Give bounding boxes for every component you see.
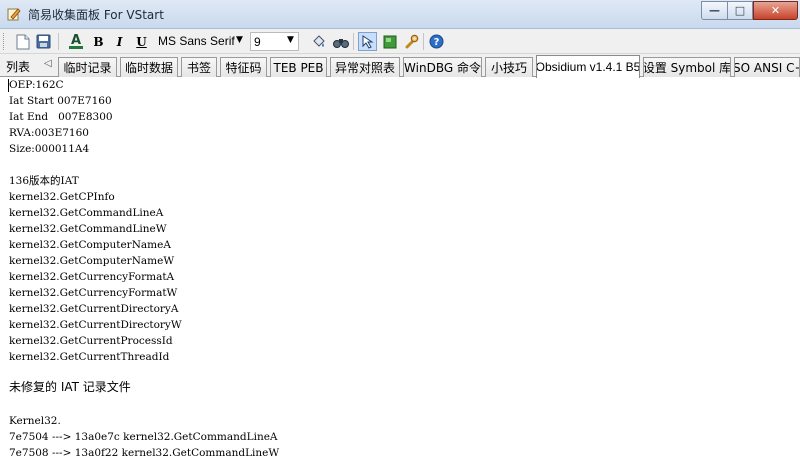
toolbar: A B I U MS Sans Serif ▼ 9 ▼ ?	[0, 29, 800, 54]
text-line: RVA:003E7160	[9, 127, 89, 139]
text-line: kernel32.GetCurrentDirectoryA	[9, 303, 179, 315]
minimize-button[interactable]: —	[701, 1, 727, 20]
help-button[interactable]: ?	[427, 32, 446, 51]
text-line: kernel32.GetCurrentProcessId	[9, 335, 173, 347]
tab-exception-table[interactable]: 异常对照表	[330, 57, 400, 77]
text-line: kernel32.GetCPInfo	[9, 191, 115, 203]
font-size-select[interactable]: 9 ▼	[250, 32, 299, 51]
find-button[interactable]	[331, 32, 350, 51]
tab-temp-data[interactable]: 临时数据	[120, 57, 178, 77]
svg-text:?: ?	[434, 37, 440, 48]
list-label[interactable]: 列表	[6, 58, 30, 75]
tab-obsidium[interactable]: Obsidium v1.4.1 B5	[536, 55, 640, 78]
wrench-icon	[405, 34, 419, 49]
font-size-dropdown-icon[interactable]: ▼	[287, 35, 294, 45]
toolbar-separator	[423, 33, 424, 50]
close-button[interactable]: ✕	[753, 1, 798, 20]
text-line: kernel32.GetCurrentThreadId	[9, 351, 170, 363]
text-line: Size:000011A4	[9, 143, 90, 155]
paint-bucket-icon	[312, 34, 325, 47]
text-line: kernel32.GetCommandLineW	[9, 223, 167, 235]
font-name-dropdown-icon[interactable]: ▼	[236, 35, 243, 45]
text-line: 136版本的IAT	[9, 175, 79, 187]
bold-button[interactable]: B	[89, 32, 108, 51]
tab-bar: 列表 ◁ 临时记录 临时数据 书签 特征码 TEB PEB 异常对照表 WinD…	[0, 54, 800, 78]
tab-tips[interactable]: 小技巧	[485, 57, 533, 77]
green-square-icon	[383, 35, 396, 48]
new-file-button[interactable]	[13, 32, 32, 51]
tab-signatures[interactable]: 特征码	[220, 57, 267, 77]
maximize-button[interactable]: □	[727, 1, 753, 20]
binoculars-icon	[332, 38, 349, 48]
tab-bookmarks[interactable]: 书签	[181, 57, 217, 77]
toolbar-separator	[353, 33, 354, 50]
settings-button[interactable]	[402, 32, 421, 51]
text-line: Iat End 007E8300	[9, 111, 113, 123]
text-line: 未修复的 IAT 记录文件	[9, 380, 131, 394]
tab-symbol-settings[interactable]: 设置 Symbol 库	[643, 57, 731, 77]
underline-button[interactable]: U	[132, 32, 151, 51]
svg-text:A: A	[70, 33, 80, 48]
tab-windbg-commands[interactable]: WinDBG 命令	[403, 57, 482, 77]
select-cursor-icon	[362, 34, 374, 49]
text-line: Iat Start 007E7160	[9, 95, 112, 107]
toolbar-separator	[58, 33, 59, 50]
font-color-icon: A	[68, 33, 83, 49]
toolbar-grip[interactable]	[3, 33, 6, 50]
text-line: 7e7504 ---> 13a0e7c kernel32.GetCommandL…	[9, 431, 278, 443]
font-color-button[interactable]: A	[66, 32, 85, 51]
text-line: kernel32.GetCurrentDirectoryW	[9, 319, 182, 331]
text-line: Kernel32.	[9, 415, 61, 427]
tab-scroll-left-icon[interactable]: ◁	[44, 58, 52, 69]
text-line: 7e7508 ---> 13a0f22 kernel32.GetCommandL…	[9, 447, 280, 459]
text-line: kernel32.GetCurrencyFormatA	[9, 271, 175, 283]
text-line: kernel32.GetComputerNameW	[9, 255, 175, 267]
save-icon	[36, 34, 51, 49]
app-icon	[7, 8, 21, 21]
tab-temp-notes[interactable]: 临时记录	[58, 57, 117, 77]
tab-iso-ansi-c[interactable]: ISO ANSI C+	[734, 57, 800, 77]
font-size-value: 9	[254, 35, 261, 49]
font-name-select[interactable]: MS Sans Serif	[158, 34, 235, 48]
text-line: kernel32.GetComputerNameA	[9, 239, 171, 251]
fill-color-button[interactable]	[309, 32, 328, 51]
italic-button[interactable]: I	[110, 32, 129, 51]
text-editor[interactable]: OEP:162C Iat Start 007E7160 Iat End 007E…	[0, 77, 800, 461]
text-line: OEP:162C	[9, 79, 64, 91]
title-bar[interactable]: 简易收集面板 For VStart — □ ✕	[0, 0, 800, 29]
highlight-button[interactable]	[380, 32, 399, 51]
window-controls: — □ ✕	[701, 1, 798, 20]
text-line: kernel32.GetCurrencyFormatW	[9, 287, 178, 299]
save-button[interactable]	[34, 32, 53, 51]
tab-teb-peb[interactable]: TEB PEB	[270, 57, 327, 77]
select-tool-button[interactable]	[358, 32, 377, 51]
new-file-icon	[16, 34, 29, 49]
text-line: kernel32.GetCommandLineA	[9, 207, 164, 219]
help-icon: ?	[429, 34, 444, 49]
window-title: 简易收集面板 For VStart	[28, 8, 164, 22]
